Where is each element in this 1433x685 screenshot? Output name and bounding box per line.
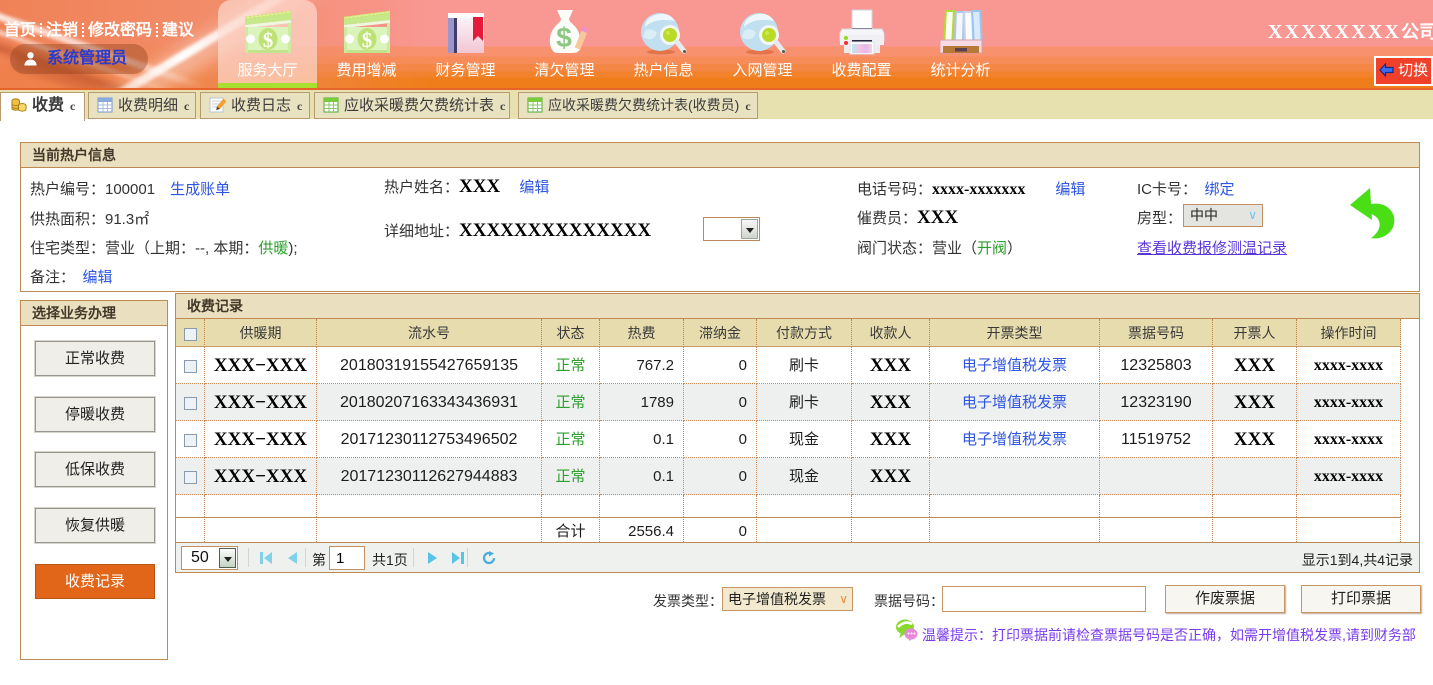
- svg-text:$: $: [556, 22, 572, 53]
- svg-text:$: $: [361, 28, 372, 52]
- svg-text:$: $: [262, 28, 273, 52]
